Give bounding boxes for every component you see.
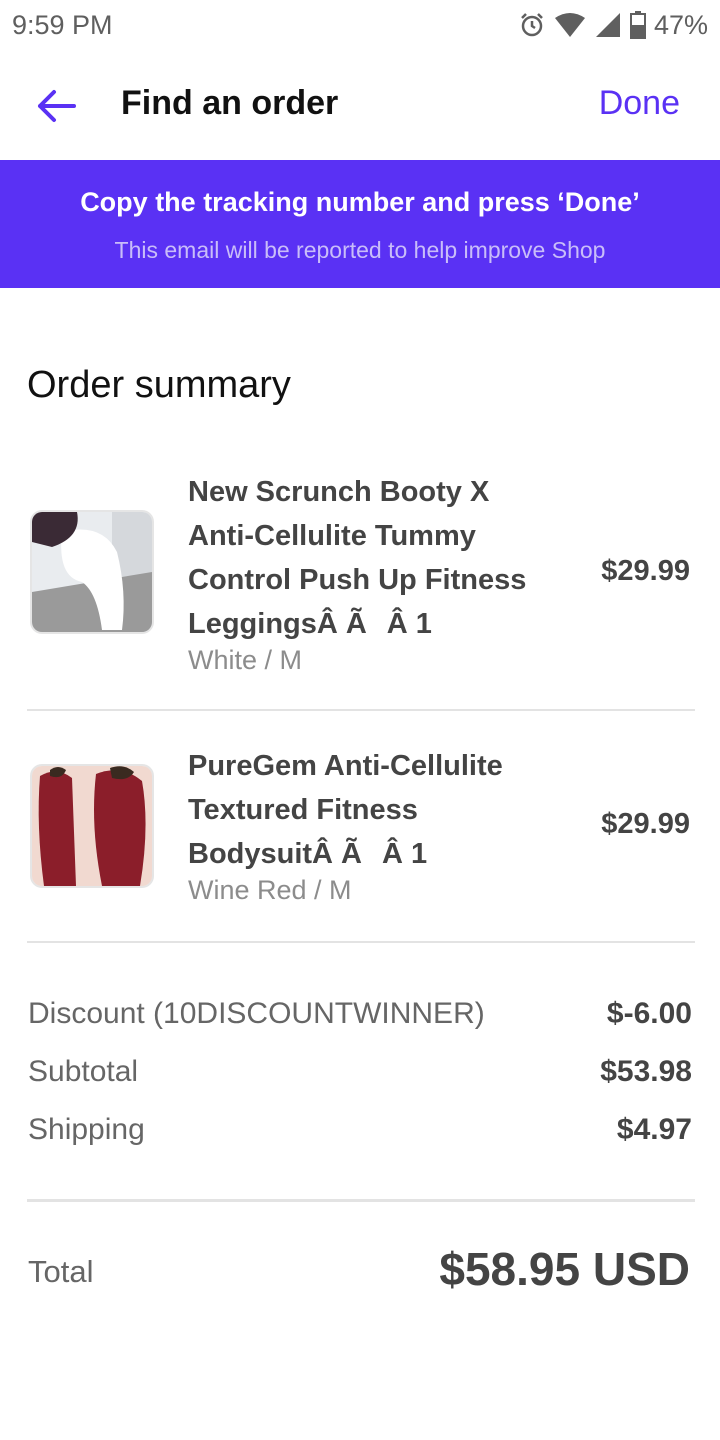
status-icons: 47% [518, 10, 708, 41]
status-bar: 9:59 PM 47% [0, 0, 720, 50]
discount-row: Discount (10DISCOUNTWINNER) $-6.00 [28, 997, 692, 1031]
item-title: PureGem Anti-Cellulite Textured Fitness … [188, 750, 503, 870]
back-arrow-icon[interactable] [34, 84, 78, 128]
instruction-banner: Copy the tracking number and press ‘Done… [0, 160, 720, 288]
total-label: Total [28, 1254, 94, 1289]
wifi-icon [554, 12, 586, 38]
subtotal-value: $53.98 [600, 1055, 692, 1088]
divider [27, 1199, 695, 1202]
status-time: 9:59 PM [12, 9, 113, 40]
subtotal-row: Subtotal $53.98 [28, 1055, 692, 1089]
shipping-label: Shipping [28, 1113, 145, 1146]
subtotal-label: Subtotal [28, 1055, 139, 1088]
shipping-row: Shipping $4.97 [28, 1113, 692, 1147]
page-title: Find an order [121, 84, 339, 122]
discount-label: Discount (10DISCOUNTWINNER) [28, 997, 485, 1030]
alarm-icon [518, 11, 546, 39]
order-summary-heading: Order summary [27, 364, 291, 406]
discount-value: $-6.00 [606, 997, 692, 1030]
item-variant: Wine Red / M [188, 875, 352, 905]
app-header: Find an order Done [0, 50, 720, 160]
banner-subtitle: This email will be reported to help impr… [114, 237, 606, 263]
battery-percent: 47% [653, 9, 708, 40]
signal-icon [594, 11, 622, 39]
banner-title: Copy the tracking number and press ‘Done… [80, 187, 640, 217]
item-variant: White / M [188, 645, 303, 675]
divider [27, 941, 695, 943]
item-title: New Scrunch Booty X Anti-Cellulite Tummy… [188, 476, 527, 640]
done-button[interactable]: Done [599, 84, 680, 123]
divider [27, 709, 695, 711]
product-thumbnail [30, 764, 154, 888]
item-price: $29.99 [601, 555, 690, 587]
shipping-value: $4.97 [616, 1113, 692, 1146]
total-value: $58.95 USD [439, 1243, 690, 1295]
product-thumbnail [30, 510, 154, 634]
battery-icon [629, 11, 646, 39]
item-price: $29.99 [601, 808, 690, 840]
